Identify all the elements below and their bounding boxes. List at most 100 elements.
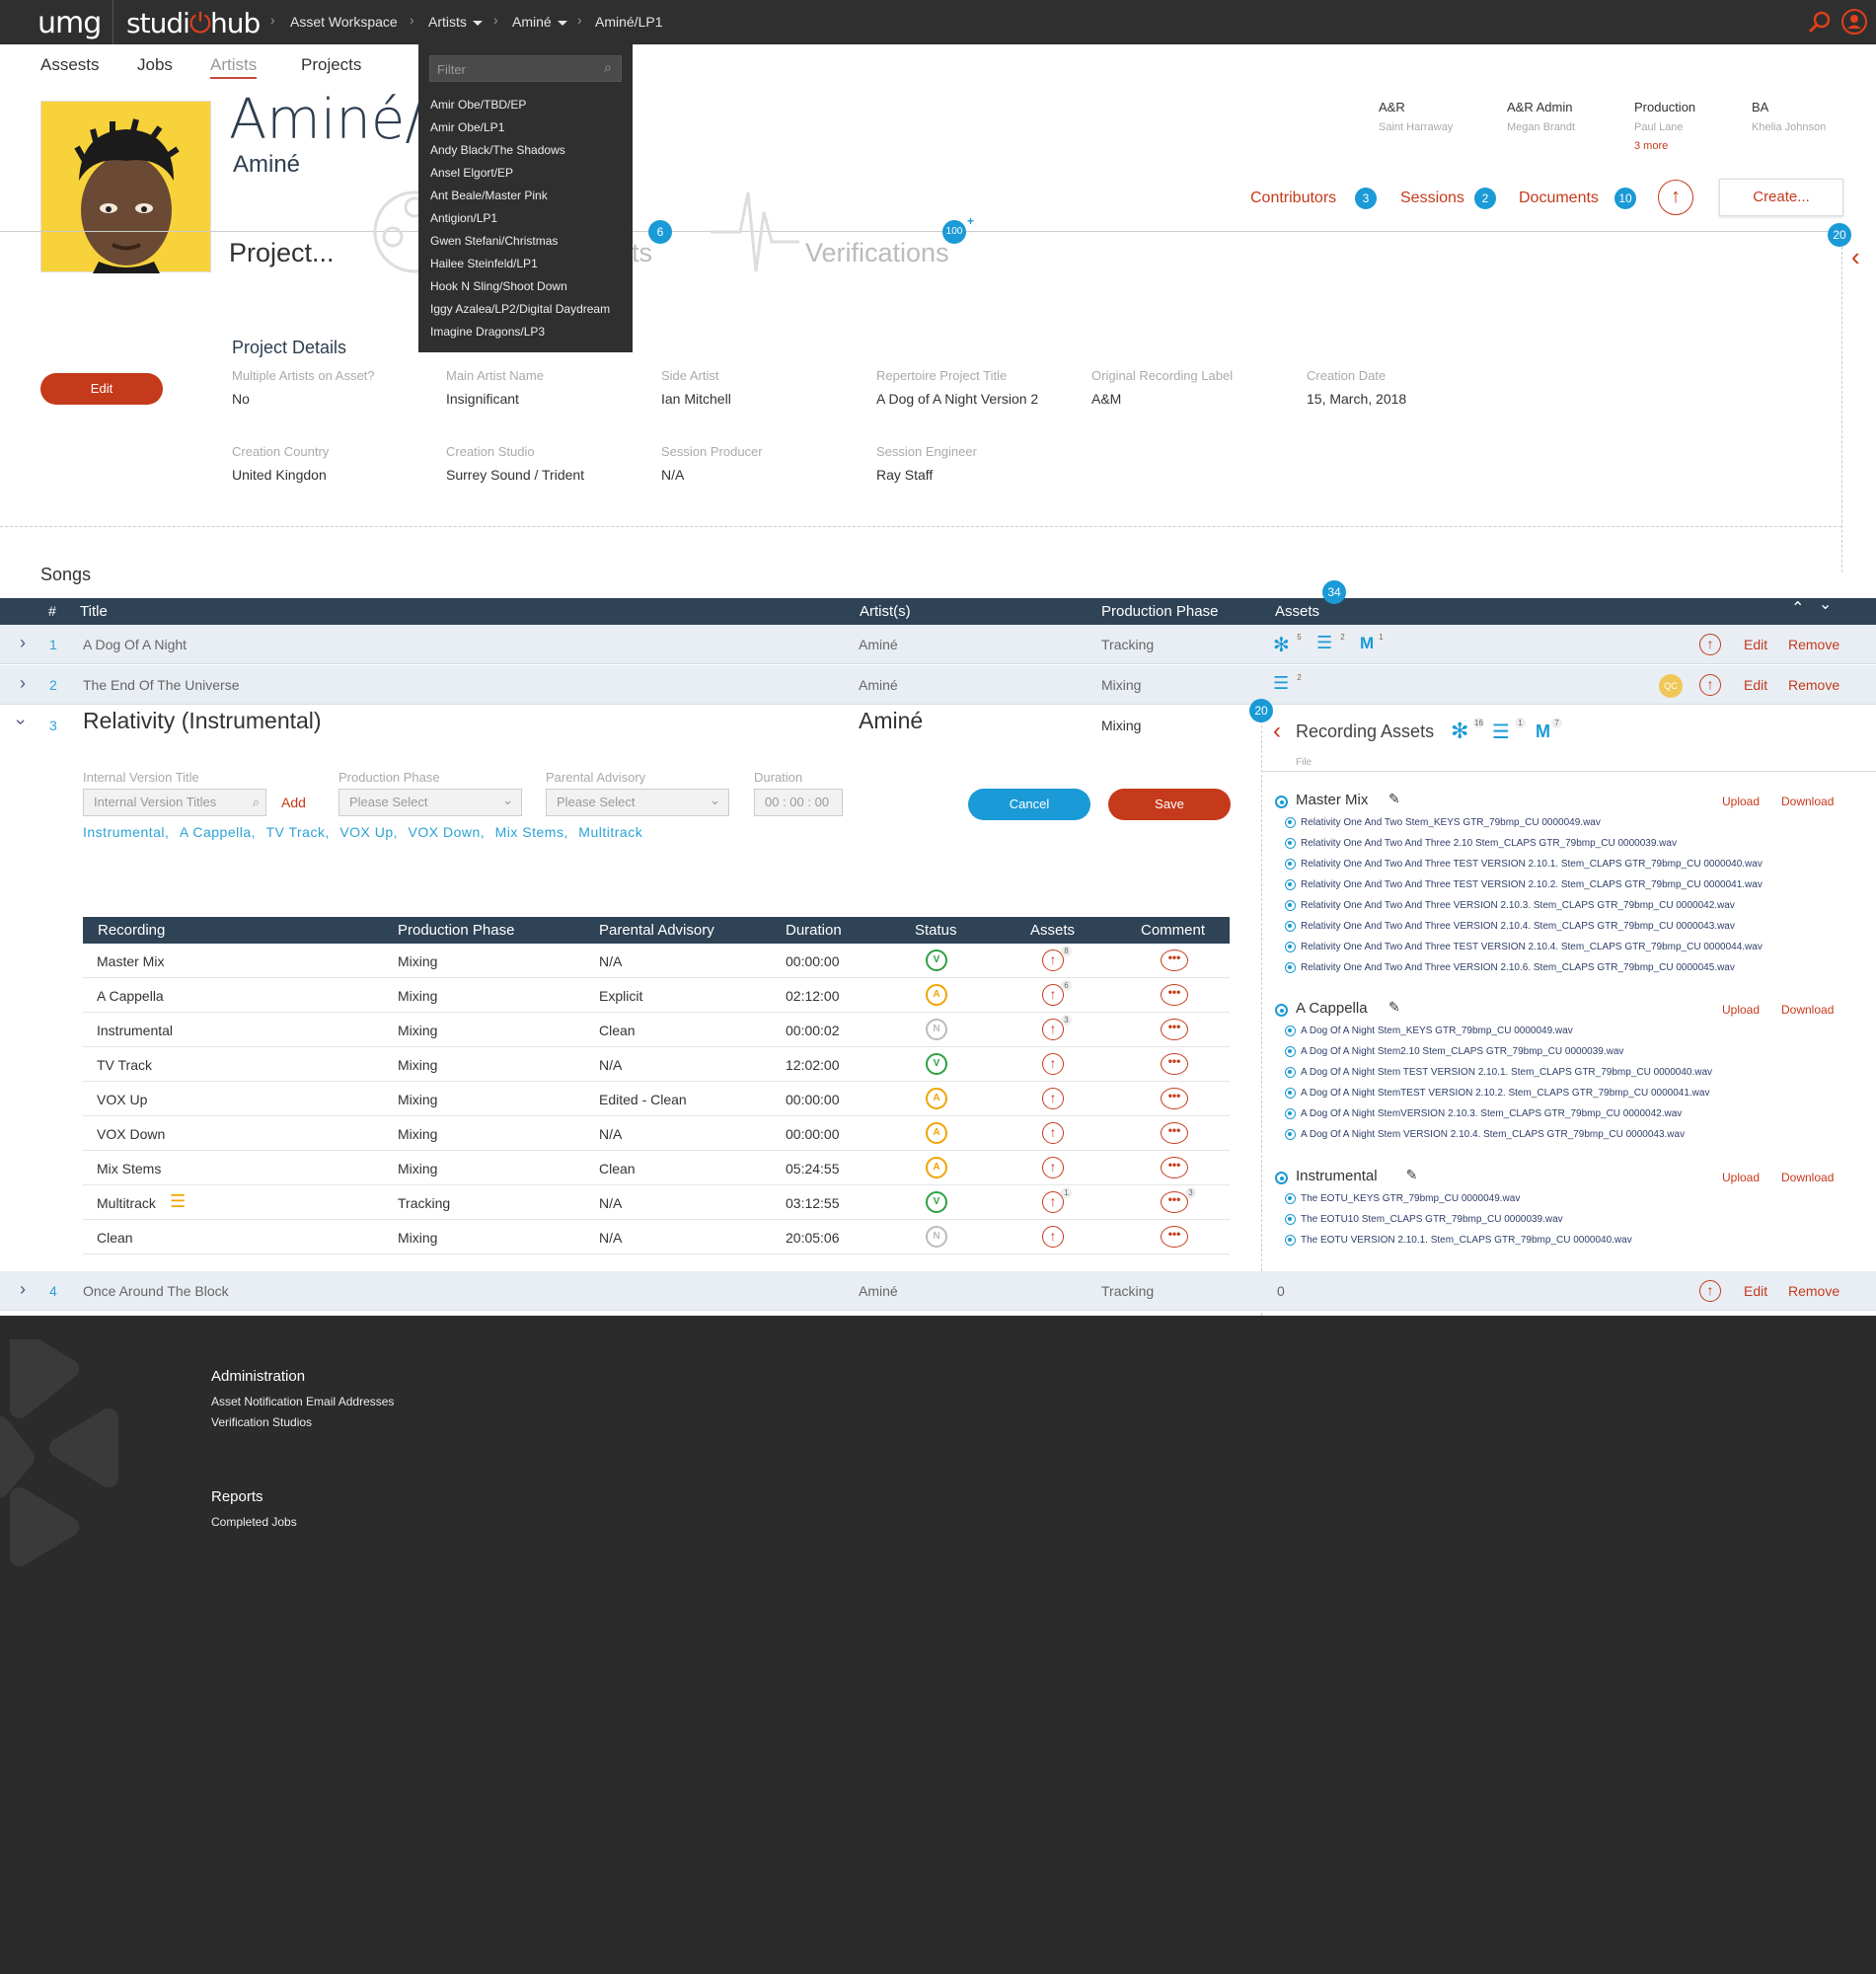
artist-dropdown-item[interactable]: Iggy Azalea/LP2/Digital Daydream	[430, 302, 610, 316]
file-select-icon[interactable]	[1285, 942, 1296, 952]
group-toggle-icon[interactable]	[1275, 1172, 1288, 1184]
upload-icon[interactable]: ↑	[1042, 1157, 1064, 1178]
file-name[interactable]: A Dog Of A Night Stem VERSION 2.10.4. St…	[1301, 1129, 1685, 1140]
group-toggle-icon[interactable]	[1275, 1004, 1288, 1017]
upload-icon[interactable]: ↑	[1042, 1053, 1064, 1075]
pa-select[interactable]: Please Select ⌄	[546, 789, 729, 816]
upload-link[interactable]: Upload	[1722, 1171, 1760, 1184]
studiohub-logo[interactable]: studi⏻hub	[126, 7, 261, 40]
edit-project-button[interactable]: Edit	[40, 373, 163, 405]
footer-link[interactable]: Asset Notification Email Addresses	[211, 1395, 394, 1408]
tag-link[interactable]: TV Track,	[265, 824, 329, 840]
file-select-icon[interactable]	[1285, 1108, 1296, 1119]
cancel-button[interactable]: Cancel	[968, 789, 1090, 820]
edit-link[interactable]: Edit	[1744, 637, 1767, 652]
save-button[interactable]: Save	[1108, 789, 1231, 820]
download-link[interactable]: Download	[1781, 1171, 1834, 1184]
file-select-icon[interactable]	[1285, 817, 1296, 828]
create-button[interactable]: Create...	[1719, 179, 1843, 216]
verifications-label[interactable]: Verifications	[805, 238, 949, 268]
tab-projects[interactable]: Projects	[301, 55, 361, 75]
list-icon[interactable]: ☰	[1316, 633, 1332, 653]
file-name[interactable]: Relativity One And Two And Three TEST VE…	[1301, 859, 1763, 870]
download-link[interactable]: Download	[1781, 795, 1834, 808]
file-select-icon[interactable]	[1285, 838, 1296, 849]
upload-icon[interactable]: ↑	[1658, 180, 1693, 215]
breadcrumb-amine-lp1[interactable]: Aminé/LP1	[595, 14, 662, 30]
footer-link[interactable]: Completed Jobs	[211, 1515, 297, 1529]
comment-icon[interactable]: •••	[1161, 949, 1188, 971]
role-ar-admin-name[interactable]: Megan Brandt	[1507, 121, 1575, 133]
artist-dropdown-item[interactable]: Ansel Elgort/EP	[430, 166, 513, 180]
breadcrumb-amine[interactable]: Aminé	[512, 14, 567, 30]
assets-label-fragment[interactable]: ts	[632, 238, 652, 268]
remove-link[interactable]: Remove	[1788, 677, 1839, 693]
pp-select[interactable]: Please Select ⌄	[338, 789, 522, 816]
list-icon[interactable]: ☰	[170, 1191, 186, 1212]
multitrack-icon[interactable]: M	[1536, 721, 1550, 742]
comment-icon[interactable]: •••	[1161, 1157, 1188, 1178]
breadcrumb-artists[interactable]: Artists	[428, 14, 483, 30]
file-select-icon[interactable]	[1285, 900, 1296, 911]
film-reel-icon[interactable]: ✻	[1451, 719, 1468, 744]
chevron-right-icon[interactable]: ›	[20, 673, 26, 694]
breadcrumb-asset-workspace[interactable]: Asset Workspace	[290, 14, 398, 30]
upload-icon[interactable]: ↑	[1699, 634, 1721, 655]
file-select-icon[interactable]	[1285, 859, 1296, 870]
file-name[interactable]: Relativity One And Two And Three VERSION…	[1301, 900, 1735, 911]
table-row[interactable]: VOX Down Mixing N/A 00:00:00 A ↑ •••	[83, 1116, 1230, 1151]
comment-icon[interactable]: •••	[1161, 1019, 1188, 1040]
table-row[interactable]: A Cappella Mixing Explicit 02:12:00 A ↑ 6 •••	[83, 978, 1230, 1013]
artist-dropdown-item[interactable]: Amir Obe/TBD/EP	[430, 98, 526, 112]
add-link[interactable]: Add	[281, 795, 306, 810]
file-name[interactable]: A Dog Of A Night Stem_KEYS GTR_79bmp_CU …	[1301, 1025, 1573, 1036]
comment-icon[interactable]: •••	[1161, 1191, 1188, 1213]
file-name[interactable]: A Dog Of A Night Stem2.10 Stem_CLAPS GTR…	[1301, 1046, 1623, 1057]
pencil-icon[interactable]: ✎	[1388, 999, 1400, 1016]
file-name[interactable]: The EOTU VERSION 2.10.1. Stem_CLAPS GTR_…	[1301, 1235, 1632, 1246]
documents-link[interactable]: Documents	[1519, 190, 1599, 207]
sort-down-icon[interactable]: ⌄	[1819, 594, 1832, 614]
table-row[interactable]: TV Track Mixing N/A 12:02:00 V ↑ •••	[83, 1047, 1230, 1082]
table-row[interactable]: VOX Up Mixing Edited - Clean 00:00:00 A ↑ •••	[83, 1082, 1230, 1116]
comment-icon[interactable]: •••	[1161, 1122, 1188, 1144]
ivt-input[interactable]: Internal Version Titles ⌕	[83, 789, 266, 816]
tag-link[interactable]: VOX Down,	[409, 824, 486, 840]
edit-link[interactable]: Edit	[1744, 677, 1767, 693]
list-icon[interactable]: ☰	[1273, 673, 1289, 694]
artist-dropdown-item[interactable]: Ant Beale/Master Pink	[430, 189, 548, 202]
table-row[interactable]: Instrumental Mixing Clean 00:00:02 N ↑ 3 •••	[83, 1013, 1230, 1047]
file-select-icon[interactable]	[1285, 1088, 1296, 1099]
role-ba-name[interactable]: Khelia Johnson	[1752, 121, 1826, 133]
group-toggle-icon[interactable]	[1275, 796, 1288, 808]
artist-dropdown-item[interactable]: Antigion/LP1	[430, 211, 497, 225]
upload-icon[interactable]: ↑	[1042, 1088, 1064, 1109]
back-chevron-icon[interactable]: ‹	[1273, 718, 1281, 745]
file-name[interactable]: A Dog Of A Night StemVERSION 2.10.3. Ste…	[1301, 1108, 1682, 1119]
search-icon[interactable]	[1808, 11, 1832, 35]
user-icon[interactable]	[1841, 9, 1867, 35]
tag-link[interactable]: A Cappella,	[180, 824, 256, 840]
comment-icon[interactable]: •••	[1161, 984, 1188, 1006]
artist-dropdown-item[interactable]: Imagine Dragons/LP3	[430, 325, 545, 339]
upload-link[interactable]: Upload	[1722, 795, 1760, 808]
remove-link[interactable]: Remove	[1788, 637, 1839, 652]
artist-dropdown-item[interactable]: Hailee Steinfeld/LP1	[430, 257, 538, 270]
file-select-icon[interactable]	[1285, 921, 1296, 932]
upload-icon[interactable]: ↑	[1699, 674, 1721, 696]
tab-artists[interactable]: Artists	[210, 55, 258, 79]
table-row[interactable]: Master Mix Mixing N/A 00:00:00 V ↑ 8 •••	[83, 944, 1230, 978]
file-select-icon[interactable]	[1285, 1046, 1296, 1057]
file-select-icon[interactable]	[1285, 879, 1296, 890]
upload-icon[interactable]: ↑	[1042, 1122, 1064, 1144]
footer-link[interactable]: Verification Studios	[211, 1415, 312, 1429]
table-row[interactable]: › 2 The End Of The Universe Aminé Mixing…	[0, 665, 1876, 705]
upload-icon[interactable]: ↑	[1699, 1280, 1721, 1302]
file-select-icon[interactable]	[1285, 962, 1296, 973]
file-select-icon[interactable]	[1285, 1025, 1296, 1036]
comment-icon[interactable]: •••	[1161, 1226, 1188, 1248]
file-name[interactable]: A Dog Of A Night StemTEST VERSION 2.10.2…	[1301, 1088, 1709, 1099]
film-reel-icon[interactable]: ✻	[1273, 633, 1290, 657]
table-row[interactable]: Multitrack ☰ Tracking N/A 03:12:55 V ↑ 1 ••• 3	[83, 1185, 1230, 1220]
tab-assests[interactable]: Assests	[40, 55, 100, 75]
